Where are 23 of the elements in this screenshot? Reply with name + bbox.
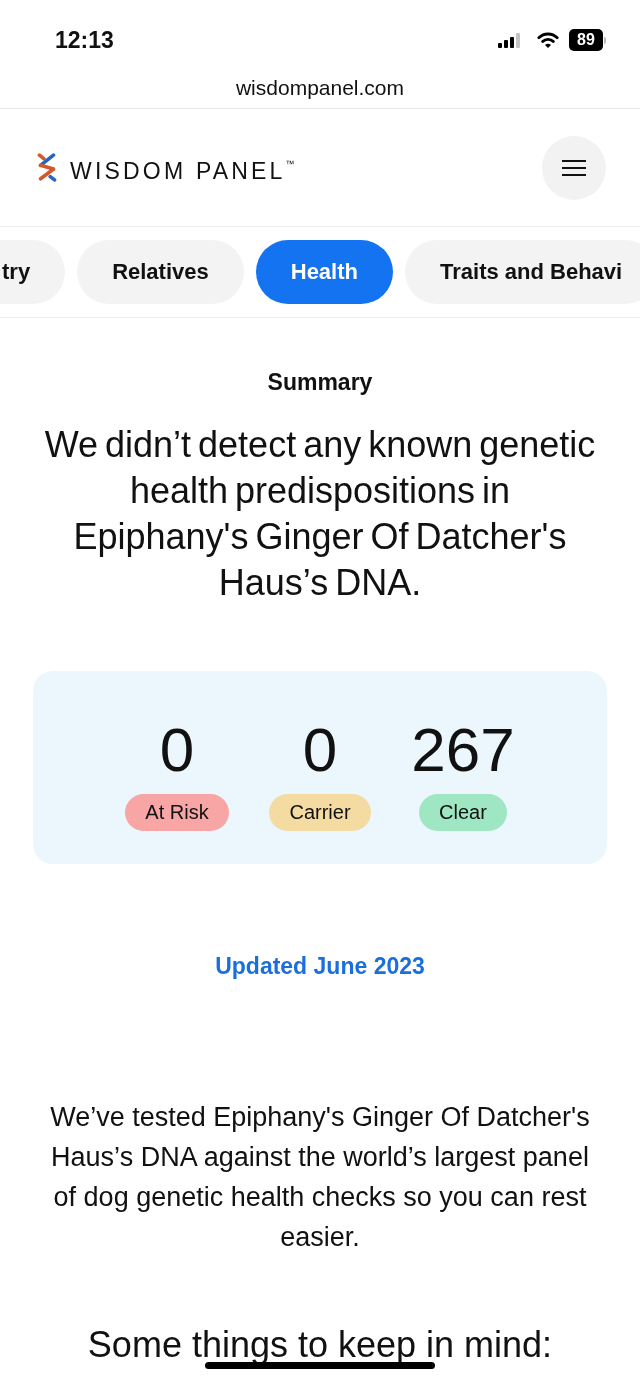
stat-count: 0 (159, 717, 195, 783)
section-heading: Summary (267, 368, 373, 396)
menu-icon[interactable] (562, 159, 586, 176)
section-tab[interactable]: try (0, 240, 66, 304)
summary-paragraph: We’ve tested Epiphany's Ginger Of Datcher's Haus’s DNA against the world’s largest panel of dog genetic health checks so you can rest easier. (49, 1101, 591, 1254)
section-tab[interactable]: Relatives (77, 240, 244, 304)
clock-time: 12:13 (55, 26, 114, 54)
updated-link[interactable]: Updated June 2023 (215, 952, 425, 980)
helix-logo-icon (37, 153, 57, 182)
status-tag: Clear (419, 794, 507, 831)
logo-link[interactable]: WISDOM PANEL$^{™}$ (37, 149, 295, 186)
summary-headline: We didn’t detect any known genetic health predispositions in Epiphany's Ginger Of Datcher's Haus’s DNA. (43, 423, 597, 605)
stat-count: 267 (411, 717, 515, 783)
section-tab[interactable]: Health (255, 240, 393, 304)
section-heading: Some things to keep in mind: (87, 1325, 553, 1365)
battery-indicator: 89 (569, 29, 606, 51)
section-tab[interactable]: Traits and Behavi (405, 240, 640, 304)
status-tag: At Risk (125, 794, 229, 831)
status-tag: Carrier (269, 794, 371, 831)
stat-count: 0 (302, 717, 338, 783)
signal-icon (498, 32, 520, 48)
address-text[interactable]: wisdompanel.com (235, 76, 405, 99)
wifi-icon (536, 31, 560, 49)
